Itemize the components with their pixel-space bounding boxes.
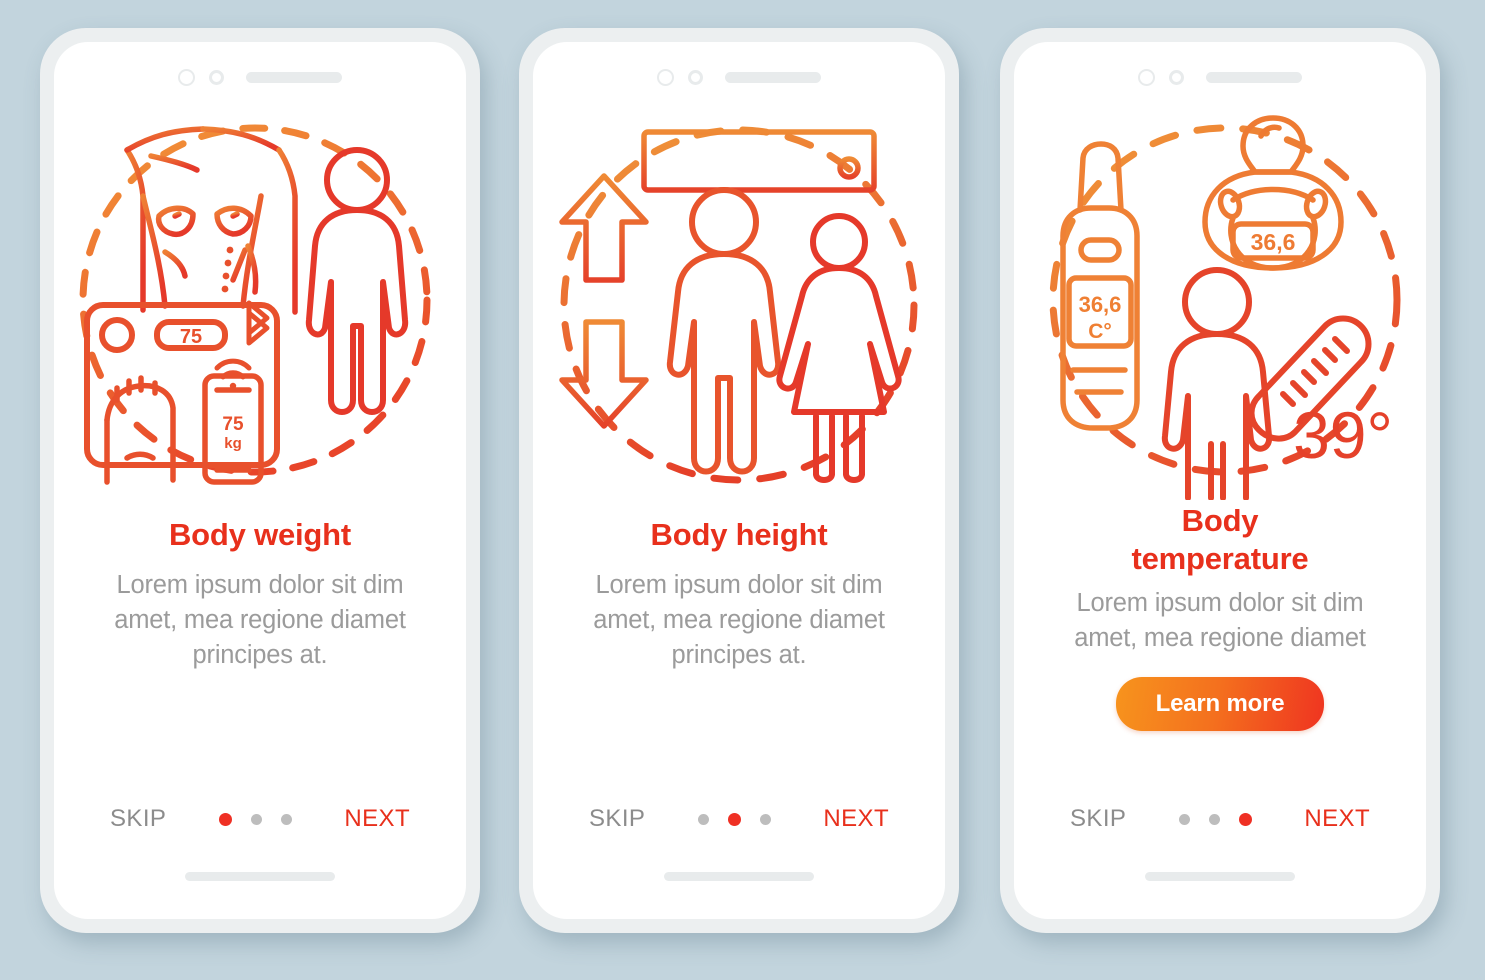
woman-figure bbox=[776, 213, 902, 483]
pagination-dots bbox=[1178, 812, 1252, 826]
body-weight-illustration: 75 75 kg bbox=[65, 100, 455, 500]
next-button[interactable]: NEXT bbox=[823, 805, 889, 833]
page-description: Lorem ipsum dolor sit dim amet, mea regi… bbox=[1074, 588, 1366, 652]
page-title: Body temperature bbox=[1131, 503, 1309, 576]
skip-button[interactable]: SKIP bbox=[589, 805, 645, 833]
sensor-icon bbox=[209, 69, 224, 85]
onboarding-footer: SKIP NEXT bbox=[54, 805, 466, 833]
pagination-dot-2[interactable] bbox=[1208, 813, 1220, 825]
onboarding-footer: SKIP NEXT bbox=[1014, 805, 1426, 833]
torso-outline bbox=[124, 126, 298, 321]
man-figure bbox=[666, 187, 782, 475]
phone-weight-unit: kg bbox=[224, 435, 242, 452]
screen-body-height: Body height Lorem ipsum dolor sit dim am… bbox=[533, 42, 945, 919]
dashed-circle bbox=[79, 124, 431, 476]
page-description: Lorem ipsum dolor sit dim amet, mea regi… bbox=[593, 570, 885, 669]
pagination-dot-2[interactable] bbox=[250, 813, 262, 825]
speaker-grille bbox=[246, 71, 342, 83]
learn-more-button[interactable]: Learn more bbox=[1115, 677, 1325, 732]
scale-display-value: 75 bbox=[180, 326, 202, 348]
pagination-dot-1[interactable] bbox=[1178, 813, 1190, 825]
home-indicator[interactable] bbox=[185, 872, 335, 881]
pacifier-temperature-value: 36,6 bbox=[1251, 229, 1296, 255]
skip-button[interactable]: SKIP bbox=[1070, 805, 1126, 833]
page-title: Body weight bbox=[168, 517, 352, 552]
digital-temperature-unit: C° bbox=[1088, 320, 1112, 343]
pagination-dot-3[interactable] bbox=[759, 813, 771, 825]
sensor-icon bbox=[688, 69, 703, 85]
phone-notch bbox=[657, 68, 821, 86]
pagination-dots bbox=[218, 812, 292, 826]
screen-body-weight: 75 75 kg Body weight Lorem ipsum dolor s… bbox=[54, 42, 466, 919]
camera-icon bbox=[178, 68, 195, 86]
phone-card-body-weight: 75 75 kg Body weight Lorem ipsum dolor s… bbox=[40, 28, 480, 933]
speaker-grille bbox=[1206, 71, 1302, 83]
page-description: Lorem ipsum dolor sit dim amet, mea regi… bbox=[114, 570, 406, 669]
screen-body-temperature: 36,6 C° 36,6 39° Body temperature Lorem … bbox=[1014, 42, 1426, 919]
body-height-illustration bbox=[544, 100, 934, 500]
home-indicator[interactable] bbox=[664, 872, 814, 881]
pagination-dot-1[interactable] bbox=[697, 813, 709, 825]
onboarding-screens: 75 75 kg Body weight Lorem ipsum dolor s… bbox=[0, 0, 1485, 980]
spine-dots bbox=[221, 246, 234, 293]
next-button[interactable]: NEXT bbox=[344, 805, 410, 833]
pagination-dot-2[interactable] bbox=[727, 812, 741, 826]
pagination-dots bbox=[697, 812, 771, 826]
person-figure bbox=[1161, 267, 1273, 500]
home-indicator[interactable] bbox=[1145, 872, 1295, 881]
next-button[interactable]: NEXT bbox=[1304, 805, 1370, 833]
camera-icon bbox=[657, 68, 674, 86]
phone-card-body-height: Body height Lorem ipsum dolor sit dim am… bbox=[519, 28, 959, 933]
fever-temperature-value: 39° bbox=[1293, 398, 1393, 472]
arrow-up-icon bbox=[559, 173, 649, 283]
bluetooth-icon bbox=[246, 300, 270, 346]
pagination-dot-3[interactable] bbox=[280, 813, 292, 825]
pagination-dot-1[interactable] bbox=[218, 812, 232, 826]
phone-card-body-temperature: 36,6 C° 36,6 39° Body temperature Lorem … bbox=[1000, 28, 1440, 933]
phone-notch bbox=[1138, 68, 1302, 86]
onboarding-footer: SKIP NEXT bbox=[533, 805, 945, 833]
speaker-grille bbox=[725, 71, 821, 83]
digital-temperature-value: 36,6 bbox=[1079, 292, 1122, 317]
pagination-dot-3[interactable] bbox=[1238, 812, 1252, 826]
sensor-icon bbox=[1169, 69, 1184, 85]
camera-icon bbox=[1138, 68, 1155, 86]
phone-notch bbox=[178, 68, 342, 86]
skip-button[interactable]: SKIP bbox=[110, 805, 166, 833]
page-title: Body height bbox=[650, 517, 828, 552]
person-figure bbox=[305, 147, 409, 415]
body-temperature-illustration: 36,6 C° 36,6 39° bbox=[1025, 100, 1415, 500]
phone-weight-value: 75 bbox=[222, 414, 244, 435]
